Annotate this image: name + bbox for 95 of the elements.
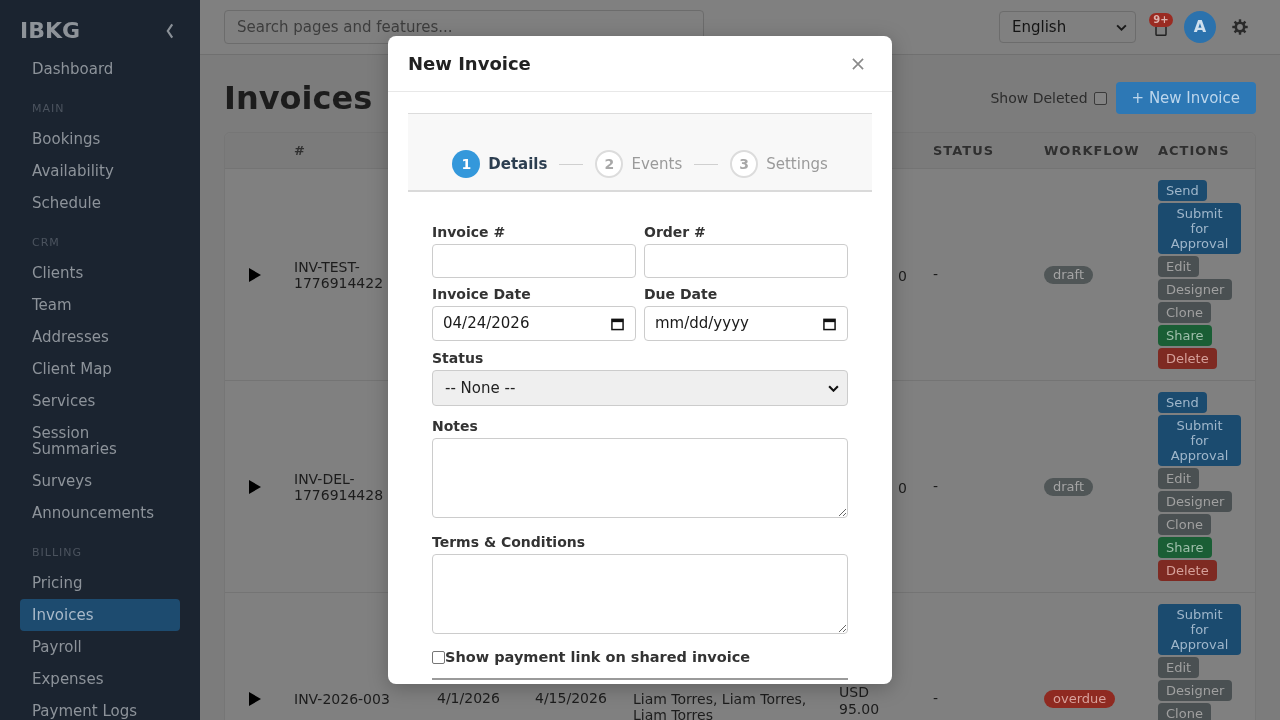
action-button[interactable]: Clone (1158, 514, 1211, 535)
field-label: Invoice Date (432, 285, 532, 304)
brand-name: IBKG (20, 19, 81, 42)
table-cell: 0 (898, 268, 907, 285)
text-field[interactable] (644, 244, 848, 278)
expand-icon[interactable] (248, 267, 261, 282)
action-button[interactable]: Clone (1158, 302, 1211, 323)
action-button[interactable]: Send (1158, 180, 1207, 201)
table-cell-text: - (933, 265, 939, 284)
table-cell-text: USD 95.00 (839, 683, 881, 718)
sidebar-item[interactable]: Expenses (20, 663, 180, 695)
table-cell-text: - (933, 689, 939, 708)
sidebar-item[interactable]: Surveys (20, 465, 180, 497)
sidebar-item[interactable]: Client Map (20, 353, 180, 385)
field-label: Notes (432, 417, 479, 436)
chevron-left-icon (165, 22, 175, 39)
sidebar-item[interactable]: Announcements (20, 497, 180, 529)
action-button[interactable]: Designer (1158, 279, 1233, 300)
expand-icon[interactable] (248, 479, 261, 494)
notification-badge: 9+ (1149, 12, 1173, 27)
checkbox-label: Show Deleted (990, 88, 1088, 108)
sidebar-item[interactable]: Availability (20, 155, 180, 187)
table-cell-text: - (933, 477, 939, 496)
workflow-tag: draft (1044, 265, 1093, 284)
avatar[interactable]: A (1184, 11, 1216, 43)
action-button[interactable]: Edit (1158, 256, 1200, 277)
action-button[interactable]: Submit for Approval (1158, 203, 1241, 254)
step-number[interactable]: 2 (595, 150, 624, 178)
column-header: ACTIONS (1158, 141, 1230, 160)
language-select[interactable]: English (999, 11, 1136, 43)
action-button[interactable]: Edit (1158, 468, 1200, 489)
action-button[interactable]: Submit for Approval (1158, 415, 1241, 466)
invoice-number: INV-DEL-1776914428 (294, 470, 384, 503)
sidebar-item[interactable]: Pricing (20, 567, 180, 599)
sidebar-item[interactable]: Team (20, 289, 180, 321)
action-button[interactable]: Designer (1158, 491, 1233, 512)
column-header: # (294, 141, 306, 160)
checkbox-label: Show payment link on shared invoice (445, 648, 751, 666)
chevron-down-icon (828, 384, 839, 392)
action-button[interactable]: Share (1158, 537, 1212, 558)
sidebar-item[interactable]: Clients (20, 257, 180, 289)
sidebar-item[interactable]: Schedule (20, 187, 180, 219)
settings-icon[interactable] (1232, 19, 1248, 35)
calendar-icon[interactable] (823, 316, 836, 331)
field-label: Terms & Conditions (432, 533, 587, 552)
action-button[interactable]: Designer (1158, 680, 1233, 701)
expand-icon[interactable] (248, 691, 261, 706)
step-number[interactable]: 3 (730, 150, 759, 178)
action-button[interactable]: Edit (1158, 657, 1200, 678)
sidebar-item[interactable]: Payroll (20, 631, 180, 663)
sidebar-item[interactable]: Payment Logs (20, 695, 180, 720)
sidebar-item[interactable]: Dashboard (20, 53, 180, 85)
clipboard-icon[interactable] (1155, 26, 1167, 36)
step-label[interactable]: Settings (766, 152, 828, 176)
table-cell-text: 4/1/2026 (437, 689, 500, 708)
sidebar-item[interactable]: Addresses (20, 321, 180, 353)
modal-title: New Invoice (408, 52, 531, 76)
action-button[interactable]: Share (1158, 325, 1212, 346)
field-label: Order # (644, 223, 707, 242)
column-header: WORKFLOW (1044, 141, 1140, 160)
column-header: STATUS (933, 141, 995, 160)
sidebar-item[interactable]: Services (20, 385, 180, 417)
table-cell: 0 (898, 480, 907, 497)
sidebar-item[interactable]: Bookings (20, 123, 180, 155)
action-button[interactable]: Delete (1158, 560, 1217, 581)
close-icon (852, 57, 864, 70)
invoice-number: INV-TEST-1776914422 (294, 258, 384, 291)
field-label: Invoice # (432, 223, 507, 242)
field-label: Status (432, 349, 485, 368)
checkbox[interactable] (1093, 91, 1107, 105)
step-label[interactable]: Details (488, 152, 548, 176)
workflow-tag: overdue (1044, 689, 1116, 708)
date-field[interactable]: 04/24/2026 (432, 306, 636, 341)
date-field[interactable]: mm/dd/yyyy (644, 306, 848, 341)
checkbox[interactable] (432, 650, 445, 664)
status-select[interactable]: -- None -- (432, 370, 848, 406)
collapse-button[interactable] (164, 21, 176, 40)
field-label: Due Date (644, 285, 719, 304)
chevron-down-icon (1116, 23, 1127, 31)
step-number[interactable]: 1 (452, 150, 481, 178)
action-button[interactable]: Submit for Approval (1158, 604, 1241, 655)
invoice-number: INV-2026-003 (294, 690, 390, 707)
action-button[interactable]: Send (1158, 392, 1207, 413)
table-cell-text: 4/15/2026 (535, 689, 607, 708)
page-title: Invoices (224, 82, 373, 114)
sidebar-item[interactable]: Session Summaries (20, 417, 180, 465)
table-cell-text: Liam Torres, Liam Torres, Liam Torres (633, 690, 808, 720)
sidebar-item[interactable]: Invoices (20, 599, 180, 631)
text-field[interactable] (432, 244, 636, 278)
action-button[interactable]: Clone (1158, 703, 1211, 720)
new-invoice-button[interactable]: + New Invoice (1115, 82, 1256, 114)
action-button[interactable]: Delete (1158, 348, 1217, 369)
calendar-icon[interactable] (611, 316, 624, 331)
workflow-tag: draft (1044, 477, 1093, 496)
step-label[interactable]: Events (631, 152, 683, 176)
